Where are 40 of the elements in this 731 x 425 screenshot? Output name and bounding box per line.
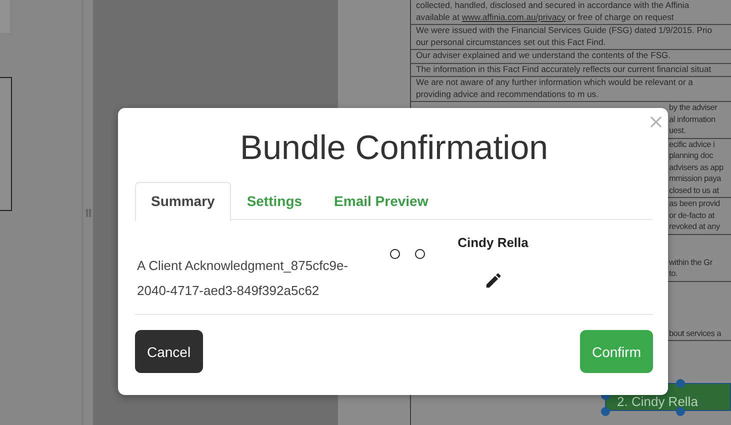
document-text: We are not aware of any further information which would be relevant or a — [416, 77, 693, 87]
tab[interactable]: Summary — [135, 182, 231, 221]
document-text: our personal circumstances set out this Fact Find. — [416, 36, 606, 46]
grip-icon[interactable] — [86, 208, 90, 216]
close-icon[interactable] — [650, 116, 662, 128]
document-text: The information in this Fact Find accurately reflects our current financial situat — [416, 64, 712, 74]
document-text: al information — [669, 114, 716, 124]
document-text: as been provid — [669, 199, 720, 208]
column-header: Cindy Rella — [458, 235, 528, 250]
signer-name: 2. Cindy Rella — [617, 395, 698, 409]
cancel-button[interactable]: Cancel — [135, 330, 203, 373]
document-text: ecific advice i — [669, 140, 715, 148]
document-text: or free of charge on request — [566, 12, 674, 22]
privacy-link[interactable]: www.affinia.com.au/privacy — [462, 12, 566, 22]
document-text: or de-facto at — [669, 210, 714, 220]
document-text: by the adviser — [669, 103, 718, 112]
document-text: mmission paya — [669, 174, 722, 183]
document-text: advisers as app — [669, 162, 724, 172]
document-text: Our adviser explained and we understand the contents of the FSG. — [416, 50, 671, 60]
document-text: providing advice and recommendations to m us. — [416, 88, 598, 98]
dialog-title: Bundle Confirmation — [238, 128, 550, 168]
document-text: bout services a — [669, 328, 722, 338]
document-text: We were issued with the Financial Services Guide (FSG) dated 1/9/2015. Prio — [416, 25, 712, 35]
confirm-button[interactable]: Confirm — [580, 330, 653, 373]
tab[interactable]: Settings — [230, 182, 318, 219]
document-text: closed to us at — [669, 186, 719, 194]
document-text: available at — [416, 12, 460, 22]
circle-icon — [415, 249, 425, 259]
splitter[interactable] — [82, 0, 93, 425]
document-text: planning doc — [669, 151, 714, 160]
pencil-icon[interactable] — [484, 271, 502, 290]
tab[interactable]: Email Preview — [318, 182, 444, 219]
document-text: uest. — [669, 126, 686, 135]
document-text: to. — [669, 269, 678, 278]
document-text: within the Gr — [669, 258, 712, 266]
document-text: collected, handled, disclosed and secured in accordance with the Affinia — [416, 0, 690, 10]
document-name: A Client Acknowledgment_875cfc9e-2040-4717-aed3-849f392a5c62 — [136, 257, 350, 300]
circle-icon — [390, 249, 400, 259]
document-text: revoked at any — [669, 222, 720, 231]
thumbnail[interactable] — [0, 77, 12, 211]
